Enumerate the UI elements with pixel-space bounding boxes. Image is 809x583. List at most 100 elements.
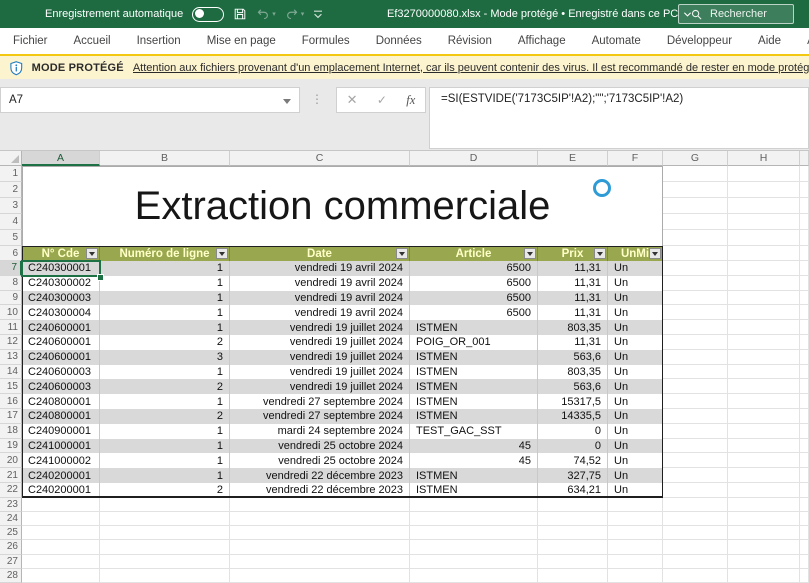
cell[interactable] — [663, 230, 728, 246]
row-header-6[interactable]: 6 — [0, 246, 22, 261]
cell-F16[interactable]: Un — [608, 394, 663, 409]
cell[interactable] — [100, 569, 230, 583]
cell-E21[interactable]: 327,75 — [538, 468, 608, 483]
tab-r-vision[interactable]: Révision — [435, 28, 505, 54]
cell[interactable] — [800, 230, 809, 246]
row-header-13[interactable]: 13 — [0, 350, 22, 365]
cell[interactable] — [800, 379, 809, 394]
cell[interactable] — [728, 512, 800, 526]
cell-F20[interactable]: Un — [608, 453, 663, 468]
insert-function-icon[interactable]: fx — [406, 93, 415, 108]
cell-A12[interactable]: C240600001 — [22, 335, 100, 350]
cell-E9[interactable]: 11,31 — [538, 291, 608, 306]
cell[interactable] — [608, 498, 663, 512]
cell-A9[interactable]: C240300003 — [22, 291, 100, 306]
cell[interactable] — [800, 276, 809, 291]
autosave-toggle[interactable] — [192, 7, 224, 22]
cell[interactable] — [800, 182, 809, 198]
cell-B16[interactable]: 1 — [100, 394, 230, 409]
cell-E14[interactable]: 803,35 — [538, 365, 608, 380]
cell[interactable] — [663, 365, 728, 380]
cell[interactable] — [800, 335, 809, 350]
cell-A11[interactable]: C240600001 — [22, 320, 100, 335]
cell-D16[interactable]: ISTMEN — [410, 394, 538, 409]
cell[interactable] — [800, 569, 809, 583]
cell[interactable] — [728, 276, 800, 291]
tab-affichage[interactable]: Affichage — [505, 28, 579, 54]
row-header-12[interactable]: 12 — [0, 335, 22, 350]
row-header-18[interactable]: 18 — [0, 424, 22, 439]
cell-E20[interactable]: 74,52 — [538, 453, 608, 468]
column-header-H[interactable]: H — [728, 151, 800, 166]
cell[interactable] — [800, 320, 809, 335]
cell[interactable] — [728, 498, 800, 512]
cell-A13[interactable]: C240600001 — [22, 350, 100, 365]
column-header-B[interactable]: B — [100, 151, 230, 166]
cell-B20[interactable]: 1 — [100, 453, 230, 468]
cell-E11[interactable]: 803,35 — [538, 320, 608, 335]
cell-A14[interactable]: C240600003 — [22, 365, 100, 380]
cell-D13[interactable]: ISTMEN — [410, 350, 538, 365]
cell-A18[interactable]: C240900001 — [22, 424, 100, 439]
cell[interactable] — [608, 569, 663, 583]
cell-B7[interactable]: 1 — [100, 261, 230, 276]
cell[interactable] — [230, 569, 410, 583]
cell-B12[interactable]: 2 — [100, 335, 230, 350]
cell[interactable] — [410, 498, 538, 512]
cell-E16[interactable]: 15317,5 — [538, 394, 608, 409]
cell[interactable] — [663, 320, 728, 335]
cell[interactable] — [800, 540, 809, 554]
tab-fichier[interactable]: Fichier — [0, 28, 61, 54]
cell[interactable] — [800, 409, 809, 424]
cell-A7[interactable]: C240300001 — [22, 261, 100, 276]
tab-d-veloppeur[interactable]: Développeur — [654, 28, 745, 54]
cell[interactable] — [410, 569, 538, 583]
cell[interactable] — [728, 320, 800, 335]
cell-C7[interactable]: vendredi 19 avril 2024 — [230, 261, 410, 276]
cell[interactable] — [663, 182, 728, 198]
filter-button[interactable] — [524, 248, 536, 259]
cell[interactable] — [728, 261, 800, 276]
row-header-22[interactable]: 22 — [0, 483, 22, 498]
cell[interactable] — [22, 526, 100, 540]
cell-B11[interactable]: 1 — [100, 320, 230, 335]
cell[interactable] — [100, 555, 230, 569]
cell-F10[interactable]: Un — [608, 305, 663, 320]
row-header-17[interactable]: 17 — [0, 409, 22, 424]
cell[interactable] — [800, 526, 809, 540]
cell[interactable] — [800, 350, 809, 365]
row-header-25[interactable]: 25 — [0, 526, 22, 540]
cell-B14[interactable]: 1 — [100, 365, 230, 380]
cell-E22[interactable]: 634,21 — [538, 483, 608, 498]
cell[interactable] — [728, 409, 800, 424]
cell-C17[interactable]: vendredi 27 septembre 2024 — [230, 409, 410, 424]
cell[interactable] — [663, 526, 728, 540]
cell[interactable] — [663, 166, 728, 182]
cell[interactable] — [663, 468, 728, 483]
cell[interactable] — [800, 198, 809, 214]
cell[interactable] — [230, 512, 410, 526]
cell[interactable] — [800, 246, 809, 261]
row-header-8[interactable]: 8 — [0, 276, 22, 291]
cell[interactable] — [663, 512, 728, 526]
cell-F19[interactable]: Un — [608, 439, 663, 454]
cell-B13[interactable]: 3 — [100, 350, 230, 365]
cell-A15[interactable]: C240600003 — [22, 379, 100, 394]
cell[interactable] — [728, 365, 800, 380]
cell[interactable] — [728, 439, 800, 454]
cell-E18[interactable]: 0 — [538, 424, 608, 439]
cell[interactable] — [230, 540, 410, 554]
cell[interactable] — [22, 498, 100, 512]
cell[interactable] — [728, 424, 800, 439]
cell[interactable] — [728, 540, 800, 554]
cell[interactable] — [410, 555, 538, 569]
row-header-1[interactable]: 1 — [0, 166, 22, 182]
cell[interactable] — [800, 291, 809, 306]
cell-B10[interactable]: 1 — [100, 305, 230, 320]
row-header-14[interactable]: 14 — [0, 365, 22, 380]
confirm-entry-icon[interactable]: ✓ — [377, 93, 387, 107]
cell[interactable] — [728, 379, 800, 394]
row-header-4[interactable]: 4 — [0, 214, 22, 230]
cell[interactable] — [728, 182, 800, 198]
cell-B19[interactable]: 1 — [100, 439, 230, 454]
